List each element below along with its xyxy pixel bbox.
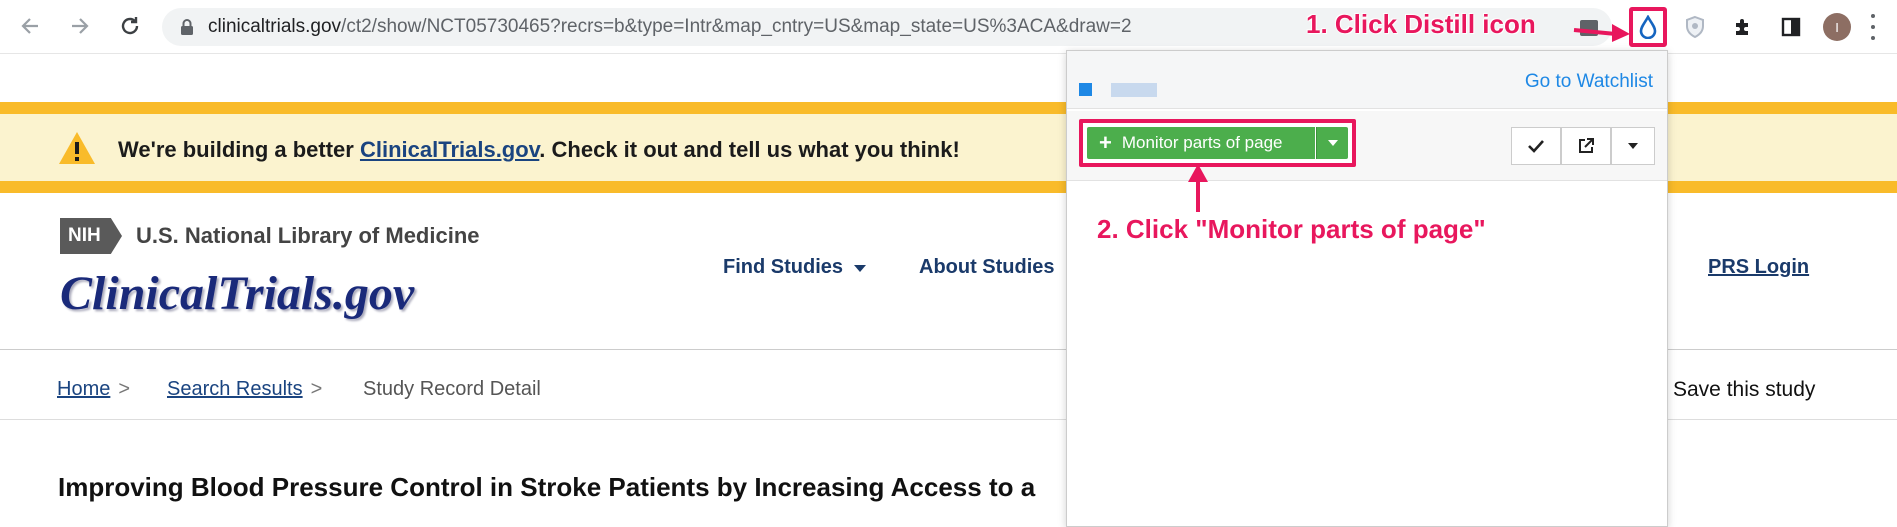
distill-drop-icon — [1639, 15, 1657, 39]
annotation-arrow-2 — [1188, 164, 1208, 212]
plus-icon: + — [1099, 130, 1112, 155]
nih-logo[interactable]: NIH U.S. National Library of Medicine — [60, 218, 480, 254]
check-icon — [1528, 140, 1544, 153]
study-title: Improving Blood Pressure Control in Stro… — [58, 472, 1036, 502]
clinicaltrials-logo[interactable]: ClinicalTrials.gov — [60, 266, 414, 321]
nav-find-studies[interactable]: Find Studies — [723, 256, 867, 279]
distill-popup: Go to Watchlist + Monitor parts of page — [1066, 50, 1668, 527]
save-study-link[interactable]: Save this study — [1673, 378, 1815, 402]
breadcrumb: Home > — [57, 378, 130, 401]
site-favicon-icon — [1079, 83, 1092, 96]
caret-down-icon — [853, 265, 866, 272]
shield-extension-button[interactable] — [1676, 8, 1714, 46]
breadcrumb-home[interactable]: Home — [57, 378, 110, 400]
nih-text: U.S. National Library of Medicine — [136, 223, 480, 248]
back-button[interactable] — [16, 12, 44, 40]
breadcrumb-current: Study Record Detail — [363, 378, 541, 400]
caret-down-icon — [1327, 140, 1338, 146]
url-text: clinicaltrials.gov/ct2/show/NCT05730465?… — [208, 16, 1132, 38]
nav-find-studies-label: Find Studies — [723, 256, 843, 278]
profile-avatar[interactable]: I — [1823, 13, 1851, 41]
forward-button[interactable] — [66, 12, 94, 40]
monitor-highlight: + Monitor parts of page — [1079, 119, 1356, 167]
breadcrumb-separator: > — [310, 378, 323, 400]
monitor-parts-button[interactable]: + Monitor parts of page — [1087, 127, 1315, 159]
more-options-button[interactable] — [1611, 127, 1655, 165]
url-domain: clinicaltrials.gov — [208, 16, 342, 37]
popup-header: Go to Watchlist — [1067, 51, 1667, 109]
distill-extension-button[interactable] — [1629, 7, 1667, 47]
reload-icon — [121, 17, 139, 35]
site-name-redacted — [1111, 83, 1157, 97]
nav-prs-login[interactable]: PRS Login — [1708, 256, 1809, 279]
breadcrumb-separator: > — [118, 378, 131, 400]
puzzle-icon — [1736, 19, 1748, 35]
breadcrumb-search-item: Search Results > — [167, 378, 322, 401]
banner-prefix: We're building a better — [118, 137, 360, 162]
breadcrumb-search-results[interactable]: Search Results — [167, 378, 303, 400]
browser-menu-icon[interactable] — [1868, 14, 1878, 40]
monitor-dropdown-button[interactable] — [1316, 127, 1348, 159]
check-button[interactable] — [1511, 127, 1561, 165]
banner-text: We're building a better ClinicalTrials.g… — [118, 137, 960, 163]
external-link-icon — [1579, 138, 1594, 153]
banner-link[interactable]: ClinicalTrials.gov — [360, 137, 539, 162]
popup-action-bar: + Monitor parts of page — [1067, 111, 1667, 181]
monitor-parts-label: Monitor parts of page — [1121, 133, 1283, 152]
side-panel-icon — [1781, 17, 1801, 37]
nav-about-studies[interactable]: About Studies — [919, 256, 1055, 279]
banner-suffix: . Check it out and tell us what you thin… — [539, 137, 960, 162]
nih-badge: NIH — [60, 218, 122, 254]
annotation-step-2: 2. Click "Monitor parts of page" — [1097, 214, 1486, 244]
lock-icon — [181, 19, 193, 35]
arrow-left-icon — [21, 18, 38, 34]
arrow-right-icon — [72, 18, 89, 34]
go-to-watchlist-link[interactable]: Go to Watchlist — [1525, 71, 1653, 93]
shield-icon — [1686, 15, 1704, 39]
side-panel-button[interactable] — [1772, 8, 1810, 46]
warning-icon — [59, 132, 95, 164]
annotation-step-1: 1. Click Distill icon — [1306, 9, 1536, 39]
open-external-button[interactable] — [1561, 127, 1611, 165]
url-path: /ct2/show/NCT05730465?recrs=b&type=Intr&… — [341, 16, 1132, 37]
reload-button[interactable] — [116, 12, 144, 40]
annotation-arrow-1 — [1573, 24, 1630, 42]
extensions-button[interactable] — [1724, 8, 1762, 46]
caret-down-icon — [1628, 143, 1638, 149]
